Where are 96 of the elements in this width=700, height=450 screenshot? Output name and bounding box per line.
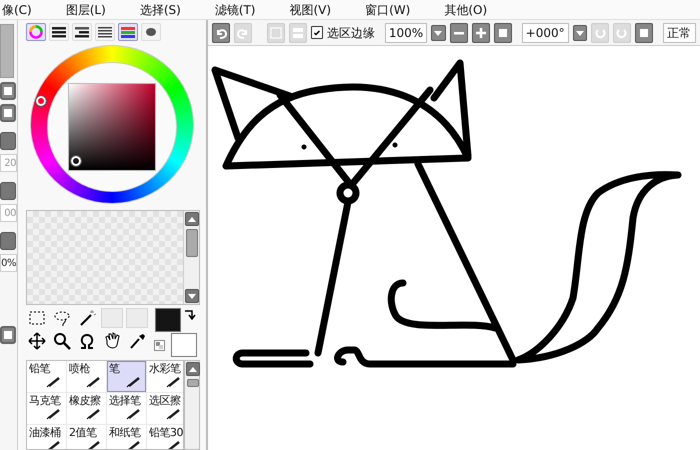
brush-icon: [165, 376, 181, 388]
brush-label: 喷枪: [69, 362, 90, 375]
brush-label: 油漆桶: [29, 426, 60, 439]
slider-bars-icon: [75, 26, 89, 38]
redo-icon: [237, 26, 249, 38]
brush-slot[interactable]: 水彩笔: [147, 361, 183, 392]
magic-wand-icon: [78, 309, 96, 328]
menu-item[interactable]: 视图(V): [290, 0, 332, 19]
brush-label: 笔: [109, 362, 120, 375]
square-button[interactable]: [0, 326, 16, 344]
brush-icon: [45, 408, 61, 420]
reset-colors-icon[interactable]: [154, 340, 165, 352]
scrollbar-thumb[interactable]: [186, 229, 198, 258]
brush-slot[interactable]: 喷枪: [67, 361, 106, 392]
dropdown-button[interactable]: [0, 132, 16, 150]
undo-button[interactable]: [212, 22, 230, 42]
brush-label: 铅笔30: [149, 426, 183, 439]
rotation-field[interactable]: +000°: [522, 22, 569, 42]
dropdown-button[interactable]: [572, 24, 588, 40]
list-lines-icon: [98, 26, 112, 38]
zoom-in-button[interactable]: [472, 22, 490, 42]
menu-item[interactable]: 滤镜(T): [214, 0, 256, 19]
arrow-icon: [188, 294, 196, 299]
dropdown-button[interactable]: [0, 182, 16, 200]
zoom-out-button[interactable]: [450, 22, 468, 42]
brush-label: 水彩笔: [149, 362, 180, 375]
brush-icon: [125, 408, 141, 420]
checkbox-label: 选区边缘: [326, 24, 375, 42]
blob-icon: [144, 26, 158, 38]
brush-slot[interactable]: 橡皮擦: [67, 393, 106, 424]
rect-select-icon: [28, 309, 46, 328]
square-button[interactable]: [0, 82, 16, 100]
color-wheel-icon: [29, 25, 43, 39]
brush-slot[interactable]: 铅笔30: [147, 425, 183, 449]
brush-label: 铅笔: [29, 362, 50, 375]
brush-icon: [165, 408, 181, 420]
dropdown-button[interactable]: [431, 24, 446, 40]
menu-item[interactable]: 图层(L): [66, 0, 106, 19]
brush-slot[interactable]: 马克笔: [27, 393, 66, 424]
brush-label: 马克笔: [29, 394, 60, 407]
brush-icon: [85, 376, 101, 388]
menu-item[interactable]: 像(C): [2, 0, 32, 19]
brush-slot[interactable]: 笔: [107, 361, 146, 392]
menu-item[interactable]: 窗口(W): [365, 0, 410, 19]
background-color-swatch[interactable]: [171, 333, 197, 358]
zoom-reset-button[interactable]: [494, 22, 512, 42]
brush-label: 橡皮擦: [69, 394, 100, 407]
brush-label: 和纸笔: [109, 426, 140, 439]
eyedropper-icon: [128, 332, 146, 350]
selection-edge-checkbox[interactable]: [311, 26, 323, 39]
hand-icon: [103, 332, 121, 350]
brush-icon: [125, 376, 141, 388]
square-icon: [638, 26, 650, 38]
tool-button[interactable]: [26, 331, 48, 352]
swap-arrow-icon[interactable]: [184, 308, 196, 320]
brush-icon: [85, 408, 101, 420]
brush-slot[interactable]: 油漆桶: [27, 425, 66, 449]
color-marker[interactable]: [71, 156, 81, 166]
slider-bars-icon: [52, 26, 66, 38]
brush-label: 选区擦: [149, 394, 180, 407]
color-grid-icon: [121, 26, 135, 38]
arrow-icon: [189, 366, 197, 372]
brush-icon: [45, 376, 61, 388]
value-field[interactable]: 0%: [0, 254, 17, 272]
tool-button[interactable]: [51, 331, 73, 352]
brush-slot[interactable]: 铅笔: [27, 361, 66, 392]
dropdown-button[interactable]: [0, 232, 16, 250]
brush-slot[interactable]: 2值笔: [67, 425, 106, 449]
rotation-reset-button[interactable]: [635, 22, 654, 42]
move-icon: [28, 332, 46, 350]
scrollbar[interactable]: [184, 360, 200, 450]
square-button[interactable]: [0, 104, 16, 122]
brush-label: 选择笔: [109, 394, 140, 407]
frame-icon: [270, 26, 282, 38]
zoom-field[interactable]: 100%: [384, 22, 428, 42]
panel-block: [0, 24, 14, 78]
brush-slot[interactable]: 和纸笔: [107, 425, 146, 449]
foreground-color-swatch[interactable]: [155, 308, 181, 332]
panel-tab[interactable]: [118, 23, 138, 41]
menu-item[interactable]: 其他(O): [444, 0, 488, 19]
plus-icon: [474, 26, 487, 38]
hue-marker[interactable]: [36, 96, 46, 106]
scrollbar-thumb[interactable]: [187, 379, 199, 387]
scrollbar[interactable]: [183, 211, 199, 304]
arrow-icon: [188, 216, 196, 222]
color-square[interactable]: [68, 83, 156, 171]
brush-label: 2值笔: [69, 426, 96, 439]
square-icon: [496, 26, 509, 38]
lasso-icon: [53, 309, 71, 328]
brush-slot[interactable]: 选择笔: [107, 393, 146, 424]
undo-icon: [215, 26, 227, 38]
menu-item[interactable]: 选择(S): [140, 0, 181, 19]
zoom-icon: [53, 332, 71, 350]
brush-slot[interactable]: 选区擦: [147, 393, 183, 424]
frame-icon: [292, 26, 304, 38]
blend-mode-field[interactable]: 正常: [663, 22, 696, 42]
